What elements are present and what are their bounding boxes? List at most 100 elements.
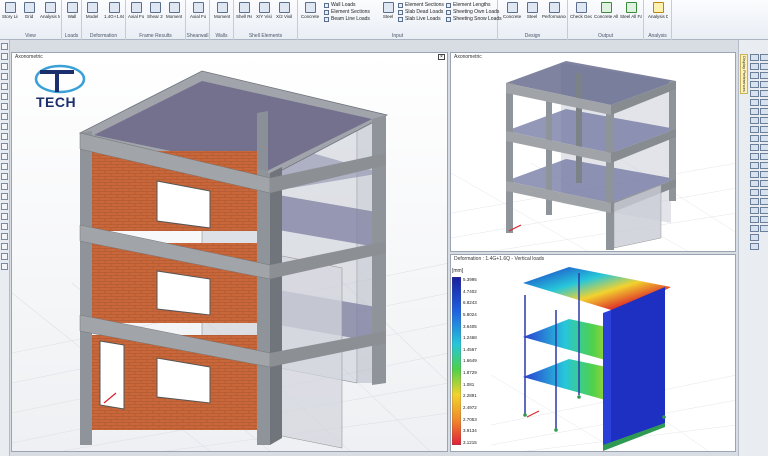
close-icon[interactable]: × (438, 54, 445, 60)
load-tool-icon[interactable] (1, 153, 8, 160)
filter-icon[interactable] (750, 234, 759, 241)
report-tool-icon[interactable] (1, 263, 8, 270)
shading-icon[interactable] (750, 108, 759, 115)
concrete-design-button[interactable]: Concrete (502, 2, 522, 19)
supports-icon[interactable] (750, 189, 759, 196)
toggle-o-icon[interactable] (760, 180, 768, 187)
axes-icon[interactable] (750, 126, 759, 133)
beam-line-loads-item[interactable]: Beam Line Loads (324, 16, 370, 23)
select-tool-icon[interactable] (1, 43, 8, 50)
concrete-input-button[interactable]: Concrete (300, 2, 320, 19)
toggle-i-icon[interactable] (760, 126, 768, 133)
toggle-h-icon[interactable] (760, 117, 768, 124)
toggle-q-icon[interactable] (760, 198, 768, 205)
display-preferences-tab[interactable]: Display Preferences (740, 54, 748, 94)
mirror-tool-icon[interactable] (1, 203, 8, 210)
measure-tool-icon[interactable] (1, 93, 8, 100)
concrete-failures-button[interactable]: Concrete All Failures (594, 2, 618, 19)
model-button[interactable]: Model (84, 2, 100, 19)
element-lengths-item[interactable]: Element Lengths (446, 2, 502, 9)
slabs-icon[interactable] (750, 162, 759, 169)
performance-button[interactable]: Performance (542, 2, 566, 19)
sheeting-own-loads-item[interactable]: Sheeting Own Loads (446, 9, 502, 16)
shell-results-button[interactable]: Shell Results (236, 2, 252, 19)
element-sections-2-item[interactable]: Element Sections (398, 2, 444, 9)
wall-tool-icon[interactable] (1, 143, 8, 150)
properties-tool-icon[interactable] (1, 253, 8, 260)
moment-button[interactable]: Moment 3-3 (166, 2, 182, 19)
delete-tool-icon[interactable] (1, 213, 8, 220)
loads-icon[interactable] (750, 180, 759, 187)
shear-button[interactable]: Shear 2-2 (147, 2, 163, 19)
nodes-icon[interactable] (750, 135, 759, 142)
toggle-t-icon[interactable] (760, 225, 768, 232)
view-3d-icon[interactable] (750, 54, 759, 61)
grid-lines-icon[interactable] (750, 198, 759, 205)
steel-failures-button[interactable]: Steel All Failures (620, 2, 642, 19)
walls-icon[interactable] (750, 171, 759, 178)
toggle-d-icon[interactable] (760, 81, 768, 88)
load-combo-button[interactable]: 1.4G+1.6Q (104, 2, 124, 19)
toggle-e-icon[interactable] (760, 90, 768, 97)
toggle-f-icon[interactable] (760, 99, 768, 106)
check-geometry-button[interactable]: Check Geometry (570, 2, 592, 19)
view-top-icon[interactable] (750, 63, 759, 70)
slab-live-loads-item[interactable]: Slab Live Loads (398, 16, 444, 23)
column-tool-icon[interactable] (1, 123, 8, 130)
story-list-button[interactable]: Story List (2, 2, 18, 19)
zoom-tool-icon[interactable] (1, 73, 8, 80)
top-right-viewport[interactable]: Axonometric (450, 52, 736, 252)
view-side-icon[interactable] (750, 81, 759, 88)
toggle-l-icon[interactable] (760, 153, 768, 160)
render-icon[interactable] (750, 90, 759, 97)
wall-loads-item[interactable]: Wall Loads (324, 2, 370, 9)
labels-icon[interactable] (750, 117, 759, 124)
slab-dead-loads-item[interactable]: Slab Dead Loads (398, 9, 444, 16)
shearwall-axial-button[interactable]: Axial Force (190, 2, 206, 19)
xy-visible-button[interactable]: X/Y Visible (256, 2, 272, 19)
main-viewport[interactable]: Axonometric × (11, 52, 448, 452)
legend-icon[interactable] (750, 225, 759, 232)
toggle-s-icon[interactable] (760, 216, 768, 223)
node-tool-icon[interactable] (1, 103, 8, 110)
copy-tool-icon[interactable] (1, 193, 8, 200)
material-tool-icon[interactable] (1, 183, 8, 190)
wall-moment-button[interactable]: Moment 3-3 (214, 2, 230, 19)
grid-button[interactable]: Grid (21, 2, 37, 19)
section-tool-icon[interactable] (1, 173, 8, 180)
wireframe-icon[interactable] (750, 99, 759, 106)
move-tool-icon[interactable] (1, 53, 8, 60)
toggle-r-icon[interactable] (760, 207, 768, 214)
beam-tool-icon[interactable] (1, 113, 8, 120)
analysis-model-button[interactable]: Analysis Model (40, 2, 60, 19)
analysis-design-button[interactable]: Analysis Design (648, 2, 668, 19)
toggle-a-icon[interactable] (760, 54, 768, 61)
layer-tool-icon[interactable] (1, 243, 8, 250)
toggle-c-icon[interactable] (760, 72, 768, 79)
slab-tool-icon[interactable] (1, 133, 8, 140)
wall-button[interactable]: Wall (64, 2, 80, 19)
x2-visible-button[interactable]: X/2 Visible (276, 2, 292, 19)
rotate-tool-icon[interactable] (1, 63, 8, 70)
view-front-icon[interactable] (750, 72, 759, 79)
steel-design-button[interactable]: Steel (524, 2, 540, 19)
settings-icon[interactable] (750, 243, 759, 250)
toggle-k-icon[interactable] (760, 144, 768, 151)
results-icon[interactable] (750, 216, 759, 223)
steel-input-button[interactable]: Steel (380, 2, 396, 19)
story-icon-r[interactable] (750, 207, 759, 214)
element-sections-item[interactable]: Element Sections (324, 9, 370, 16)
toggle-g-icon[interactable] (760, 108, 768, 115)
undo-tool-icon[interactable] (1, 223, 8, 230)
toggle-p-icon[interactable] (760, 189, 768, 196)
support-tool-icon[interactable] (1, 163, 8, 170)
toggle-b-icon[interactable] (760, 63, 768, 70)
sheeting-snow-loads-item[interactable]: Sheeting Snow Loads (446, 16, 502, 23)
redo-tool-icon[interactable] (1, 233, 8, 240)
toggle-m-icon[interactable] (760, 162, 768, 169)
beams-icon[interactable] (750, 144, 759, 151)
toggle-n-icon[interactable] (760, 171, 768, 178)
bottom-right-viewport[interactable]: Deformation : 1.4G+1.6Q - Vertical loads (450, 254, 736, 452)
toggle-j-icon[interactable] (760, 135, 768, 142)
pan-tool-icon[interactable] (1, 83, 8, 90)
